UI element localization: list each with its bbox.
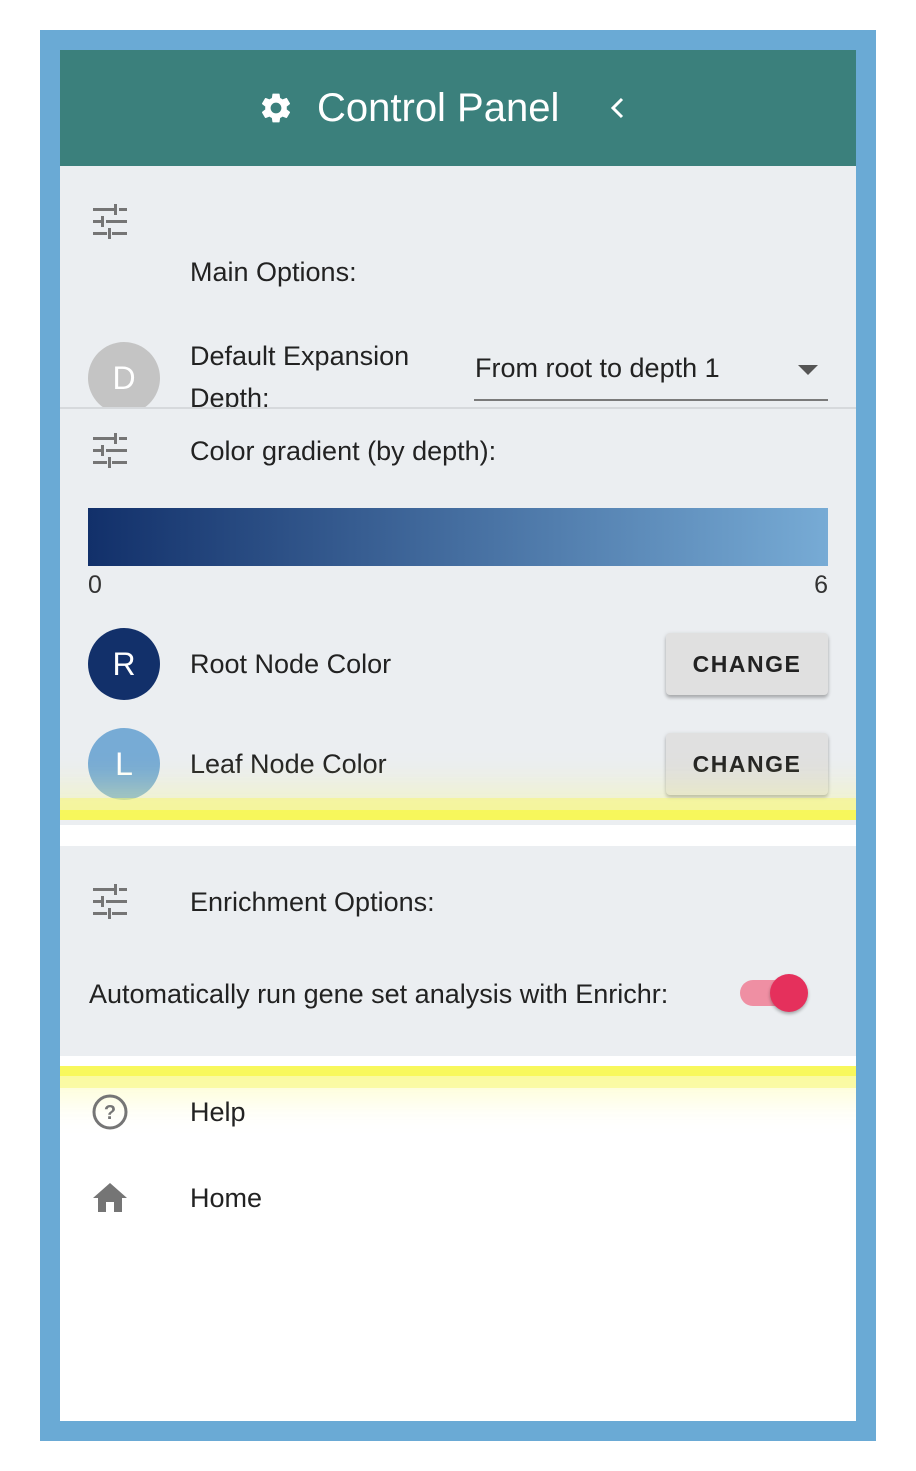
change-root-color-button[interactable]: CHANGE: [666, 633, 828, 695]
depth-color-gradient: [88, 508, 828, 566]
nav-home-label: Home: [190, 1183, 263, 1213]
panel-frame: Control Panel Main Options: D Default Ex…: [40, 30, 876, 1441]
main-options-label: Main Options:: [190, 257, 357, 287]
gradient-min-label: 0: [88, 571, 102, 599]
svg-text:?: ?: [104, 1102, 116, 1124]
change-leaf-color-button[interactable]: CHANGE: [666, 733, 828, 795]
chevron-left-icon[interactable]: [606, 92, 630, 124]
panel-title: Control Panel: [317, 86, 560, 130]
expansion-depth-avatar: D: [88, 342, 160, 414]
tune-icon: [93, 884, 127, 919]
gear-icon: [261, 93, 291, 123]
toggle-thumb: [770, 974, 808, 1012]
expansion-depth-select[interactable]: From root to depth 1: [474, 347, 828, 401]
auto-run-enrichr-label: Automatically run gene set analysis with…: [89, 979, 669, 1009]
tune-icon: [93, 433, 127, 468]
enrichment-options-label: Enrichment Options:: [190, 887, 435, 917]
leaf-node-avatar: L: [88, 728, 160, 800]
auto-run-enrichr-toggle[interactable]: [738, 972, 810, 1014]
enrichment-options-section: Enrichment Options: Automatically run ge…: [60, 846, 856, 1056]
root-node-avatar: R: [88, 628, 160, 700]
leaf-node-color-label: Leaf Node Color: [190, 749, 387, 779]
tune-icon: [93, 204, 127, 239]
dropdown-caret-icon: [798, 365, 818, 375]
color-gradient-label: Color gradient (by depth):: [190, 436, 497, 466]
home-icon: [93, 1183, 127, 1212]
panel-header: Control Panel: [60, 50, 856, 166]
nav-help-label: Help: [190, 1097, 246, 1127]
control-panel: Control Panel Main Options: D Default Ex…: [60, 50, 856, 1421]
gradient-max-label: 6: [814, 571, 828, 599]
help-circle-icon: ?: [92, 1094, 128, 1130]
root-node-color-label: Root Node Color: [190, 649, 392, 679]
nav-home[interactable]: Home: [60, 1163, 856, 1233]
color-options-section: Color gradient (by depth): 0 6 R Root No…: [60, 409, 856, 825]
main-options-section: Main Options: D Default Expansion Depth:…: [60, 166, 856, 414]
nav-help[interactable]: ? Help: [60, 1077, 856, 1147]
expansion-depth-value: From root to depth 1: [475, 353, 720, 383]
